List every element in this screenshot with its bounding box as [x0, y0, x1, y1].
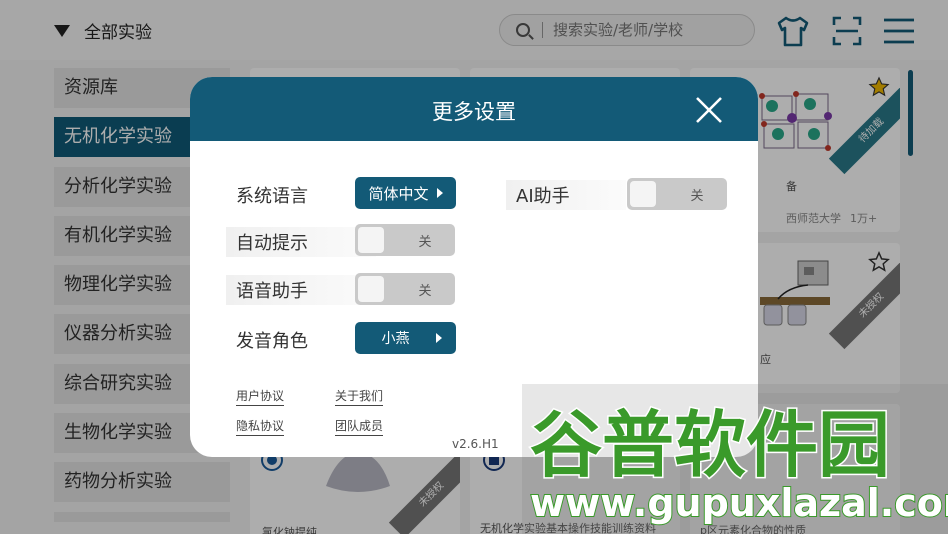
- voice-role-value: 小燕: [381, 331, 410, 347]
- auto-hint-toggle[interactable]: 关: [355, 224, 455, 256]
- ai-assistant-state: 关: [690, 189, 704, 204]
- settings-dialog-header: 更多设置: [190, 77, 758, 141]
- watermark-title: 谷普软件园: [530, 403, 890, 487]
- toggle-knob: [358, 276, 384, 302]
- voice-assistant-toggle[interactable]: 关: [355, 273, 455, 305]
- watermark-logo: 谷普软件园 www.gupuxlazal.com: [522, 384, 948, 534]
- voice-assistant-label: 语音助手: [226, 275, 376, 305]
- ai-assistant-toggle[interactable]: 关: [627, 178, 727, 210]
- voice-assistant-state: 关: [418, 284, 432, 299]
- toggle-knob: [358, 227, 384, 253]
- about-us-link[interactable]: 关于我们: [335, 387, 384, 406]
- system-language-value: 简体中文: [368, 184, 429, 203]
- auto-hint-state: 关: [418, 235, 432, 250]
- app-version: v2.6.H1: [452, 437, 499, 451]
- team-members-link[interactable]: 团队成员: [335, 417, 384, 436]
- system-language-label: 系统语言: [236, 186, 308, 207]
- caret-right-icon: [436, 188, 443, 198]
- user-agreement-link[interactable]: 用户协议: [236, 387, 285, 406]
- toggle-knob: [630, 181, 656, 207]
- voice-role-select[interactable]: 小燕: [355, 322, 456, 354]
- settings-dialog-title: 更多设置: [432, 100, 516, 124]
- close-icon[interactable]: [694, 95, 724, 125]
- privacy-policy-link[interactable]: 隐私协议: [236, 417, 285, 436]
- voice-role-label: 发音角色: [236, 331, 308, 352]
- system-language-select[interactable]: 简体中文: [355, 177, 456, 209]
- watermark-overlay: 谷普软件园 www.gupuxlazal.com: [522, 384, 948, 534]
- caret-right-icon: [435, 333, 442, 343]
- watermark-url: www.gupuxlazal.com: [530, 481, 948, 525]
- ai-assistant-label: AI助手: [506, 180, 626, 210]
- auto-hint-label: 自动提示: [226, 227, 376, 257]
